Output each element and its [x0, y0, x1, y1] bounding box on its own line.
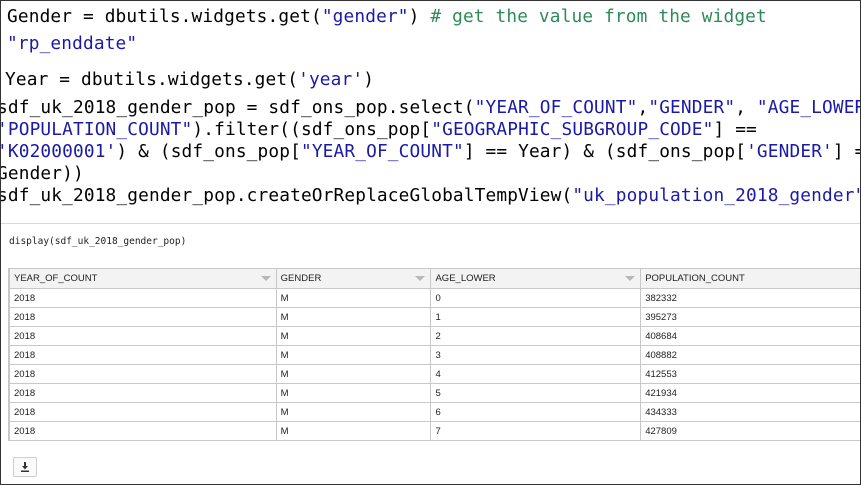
code-text: Gender = dbutils.widgets.get(: [7, 6, 322, 27]
table-row: 2018 M 7 427809: [9, 421, 860, 441]
table-cell: 2018: [9, 307, 277, 327]
table-cell: M: [275, 345, 432, 365]
table-cell: 421934: [640, 383, 860, 403]
sort-arrow-icon[interactable]: [260, 276, 271, 281]
column-header-gender[interactable]: GENDER: [275, 268, 432, 289]
code-text: ] == Year) & (sdf_ons_pop[: [463, 141, 747, 162]
table-cell: 2: [430, 326, 642, 346]
notebook-output-frame: Gender = dbutils.widgets.get("gender") #…: [0, 0, 861, 485]
table-cell: 2018: [9, 383, 277, 403]
sort-arrow-icon[interactable]: [415, 276, 426, 281]
column-header-population-count[interactable]: POPULATION_COUNT: [640, 268, 860, 289]
table-cell: M: [275, 307, 432, 327]
table-row: 2018 M 0 382332: [9, 288, 860, 308]
code-line-3: Year = dbutils.widgets.get('year'): [5, 69, 374, 91]
table-row: 2018 M 3 408882: [9, 345, 860, 365]
table-cell: 2018: [9, 326, 277, 346]
column-header-year-of-count[interactable]: YEAR_OF_COUNT: [9, 268, 277, 289]
table-cell: 8: [430, 440, 642, 441]
code-line-8: sdf_uk_2018_gender_pop.createOrReplaceGl…: [1, 185, 861, 207]
code-text: ) & (sdf_ons_pop[: [116, 141, 301, 162]
code-text: sdf_uk_2018_gender_pop.createOrReplaceGl…: [1, 185, 573, 206]
table-row: 2018M8419161: [9, 440, 860, 441]
code-text: ).filter((sdf_ons_pop[: [192, 119, 432, 140]
table-cell: M: [275, 402, 432, 422]
table-row: 2018 M 4 412553: [9, 364, 860, 384]
string-literal: "YEAR_OF_COUNT": [300, 141, 464, 162]
string-literal: "GEOGRAPHIC_SUBGROUP_CODE": [431, 119, 714, 140]
table-cell: 382332: [640, 288, 860, 308]
string-literal: 'K02000001': [1, 141, 117, 162]
download-icon: [21, 462, 29, 472]
string-literal: 'POPULATION_COUNT": [1, 119, 193, 140]
code-line-6: 'K02000001') & (sdf_ons_pop["YEAR_OF_COU…: [1, 141, 860, 163]
table-cell: M: [275, 440, 432, 441]
code-line-2: "rp_enddate": [7, 33, 138, 54]
string-literal: "gender": [321, 6, 409, 27]
table-cell: 4: [430, 364, 642, 384]
code-text: ,: [735, 97, 757, 118]
table-cell: 2018: [9, 345, 277, 365]
table-cell: 5: [430, 383, 642, 403]
string-literal: "YEAR_OF_COUNT": [474, 97, 638, 118]
table-cell: 408882: [640, 345, 860, 365]
table-cell: 434333: [640, 402, 860, 422]
table-cell: 412553: [640, 364, 860, 384]
table-cell: 419161: [640, 440, 860, 441]
cell-divider: [1, 223, 860, 224]
display-command[interactable]: display(sdf_uk_2018_gender_pop): [9, 236, 186, 247]
code-comment: # get the value from the widget: [430, 6, 767, 27]
column-header-label: AGE_LOWER: [435, 273, 496, 284]
string-literal: "uk_population_2018_gender": [572, 185, 861, 206]
code-text: ): [408, 6, 431, 27]
table-cell: 2018: [9, 364, 277, 384]
code-line-1: Gender = dbutils.widgets.get("gender") #…: [7, 6, 767, 28]
table-cell: 0: [430, 288, 642, 308]
string-literal: "GENDER": [648, 97, 736, 118]
column-header-label: GENDER: [280, 273, 322, 284]
code-text: ): [363, 69, 375, 90]
sort-arrow-icon[interactable]: [625, 276, 636, 281]
table-cell: M: [275, 364, 432, 384]
table-cell: 2018: [9, 402, 277, 422]
table-row: 2018 M 5 421934: [9, 383, 860, 403]
results-table-container[interactable]: YEAR_OF_COUNT GENDER AGE_LOWER POPULATIO…: [8, 268, 860, 441]
code-text: ] ==: [713, 119, 757, 140]
column-header-age-lower[interactable]: AGE_LOWER: [430, 268, 642, 289]
table-cell: 6: [430, 402, 642, 422]
column-header-label: YEAR_OF_COUNT: [14, 273, 98, 284]
string-literal: 'GENDER': [746, 141, 833, 162]
results-table: YEAR_OF_COUNT GENDER AGE_LOWER POPULATIO…: [9, 268, 860, 441]
table-cell: M: [275, 383, 432, 403]
download-button[interactable]: [13, 457, 37, 477]
table-cell: 1: [430, 307, 642, 327]
table-cell: 408684: [640, 326, 860, 346]
code-text: sdf_uk_2018_gender_pop = sdf_ons_pop.sel…: [1, 97, 475, 118]
table-row: 2018 M 6 434333: [9, 402, 860, 422]
table-row: 2018 M 1 395273: [9, 307, 860, 327]
table-cell: 427809: [640, 421, 860, 441]
table-cell: 2018: [9, 440, 277, 441]
table-cell: 395273: [640, 307, 860, 327]
string-literal: "AGE_LOWER": [756, 97, 860, 118]
table-cell: 3: [430, 345, 642, 365]
column-header-label: POPULATION_COUNT: [645, 273, 745, 284]
code-text: ] ==: [832, 141, 860, 162]
table-cell: 2018: [9, 421, 277, 441]
code-line-4: sdf_uk_2018_gender_pop = sdf_ons_pop.sel…: [1, 97, 860, 119]
code-line-5: 'POPULATION_COUNT").filter((sdf_ons_pop[…: [1, 119, 757, 141]
table-cell: M: [275, 326, 432, 346]
string-literal: 'year': [298, 69, 364, 90]
table-cell: 7: [430, 421, 642, 441]
code-text: Year = dbutils.widgets.get(: [5, 69, 299, 90]
code-cell[interactable]: Gender = dbutils.widgets.get("gender") #…: [1, 1, 861, 223]
code-text: ,: [637, 97, 649, 118]
table-cell: M: [275, 421, 432, 441]
table-header-row: YEAR_OF_COUNT GENDER AGE_LOWER POPULATIO…: [9, 268, 860, 289]
table-cell: M: [275, 288, 432, 308]
table-row: 2018 M 2 408684: [9, 326, 860, 346]
code-line-7: Gender)): [1, 163, 84, 184]
table-cell: 2018: [9, 288, 277, 308]
